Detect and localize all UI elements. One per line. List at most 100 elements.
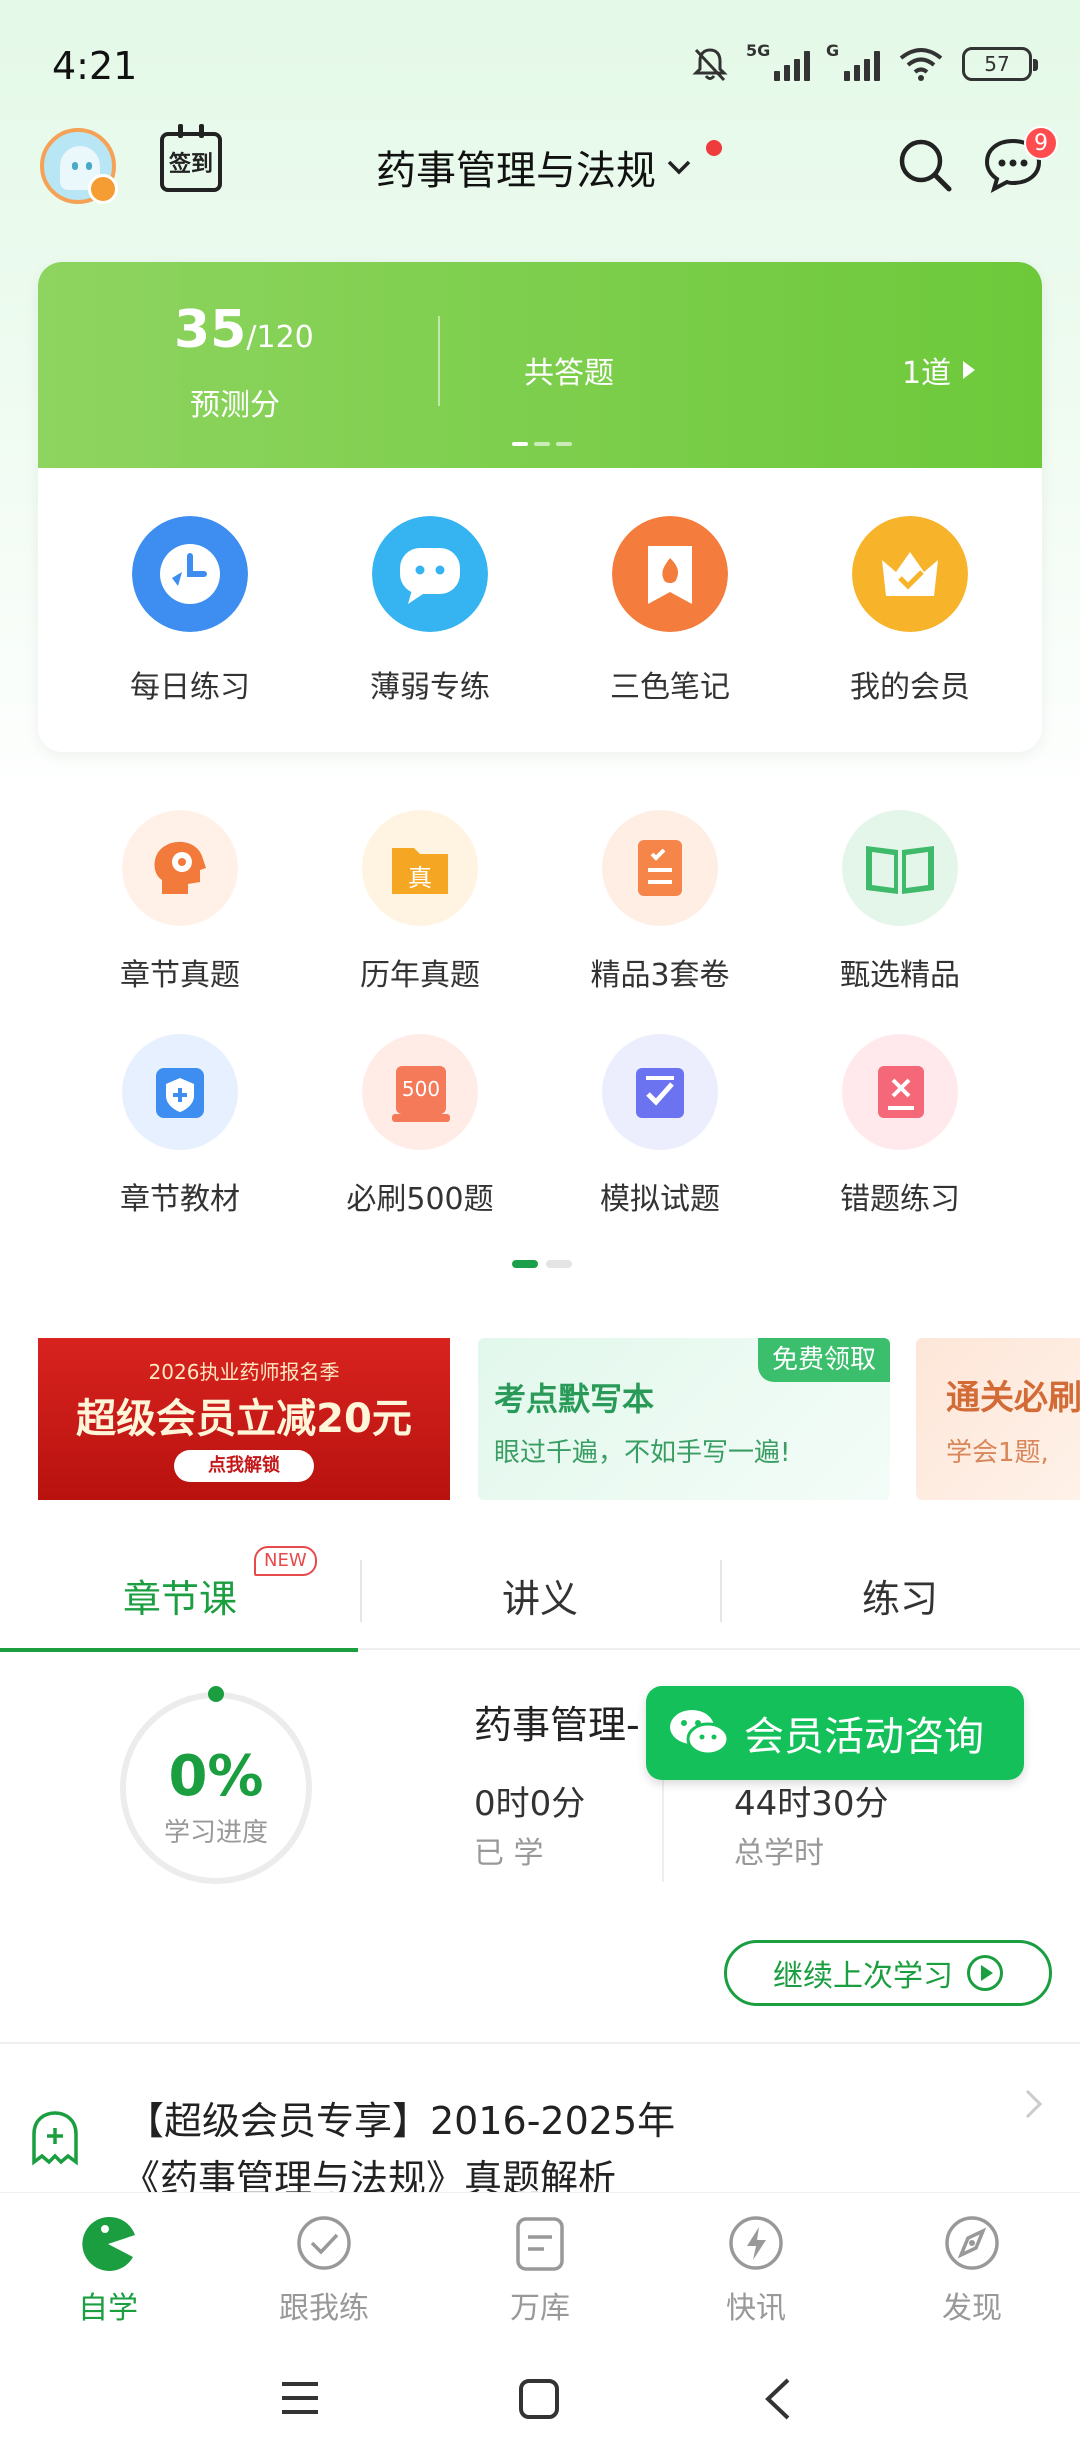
predicted-score-label: 预测分: [190, 388, 280, 423]
grid-wrong-answers[interactable]: 错题练习: [780, 1034, 1020, 1218]
bottom-nav: 自学 跟我练 万库 快讯 发现: [0, 2192, 1080, 2332]
grid-selected-premium[interactable]: 甄选精品: [780, 810, 1020, 994]
grid-pager: [512, 1260, 572, 1268]
svg-text:500: 500: [402, 1077, 440, 1101]
total-label: 总学时: [734, 1836, 824, 1871]
banner-notebook[interactable]: 免费领取 考点默写本 眼过千遍，不如手写一遍!: [478, 1338, 890, 1500]
checkin-button[interactable]: 签到: [160, 124, 222, 192]
grid-three-papers[interactable]: 精品3套卷: [540, 810, 780, 994]
status-bar: 4:21 5G G 57: [0, 0, 1080, 130]
progress-ring-dot: [208, 1686, 224, 1702]
predicted-score: 35/120: [174, 300, 314, 360]
app-header: 签到 药事管理与法规 9: [0, 120, 1080, 210]
vip-crown-icon: [88, 174, 118, 204]
battery-icon: 57: [962, 47, 1038, 81]
checkin-label: 签到: [168, 152, 213, 177]
promo-banners: 2026执业药师报名季 超级会员立减20元 点我解锁 免费领取 考点默写本 眼过…: [38, 1338, 1080, 1500]
crown-icon: [852, 516, 968, 632]
total-time: 44时30分: [734, 1784, 889, 1824]
avatar[interactable]: [40, 128, 118, 204]
compass-icon: [945, 2216, 999, 2270]
tab-practice[interactable]: 练习: [720, 1540, 1080, 1650]
answered-count[interactable]: 1道: [902, 348, 976, 392]
quick-my-membership[interactable]: 我的会员: [790, 516, 1030, 706]
nav-question-bank[interactable]: 万库: [432, 2193, 648, 2332]
arrow-right-icon: [963, 361, 976, 379]
quick-weak-practice[interactable]: 薄弱专练: [310, 516, 550, 706]
search-icon[interactable]: [896, 136, 954, 194]
folder-icon: 真: [362, 810, 478, 926]
check-circle-icon: [297, 2216, 351, 2270]
grid-chapter-textbook[interactable]: 章节教材: [60, 1034, 300, 1218]
wechat-icon: [670, 1710, 730, 1756]
svg-text:真: 真: [408, 864, 432, 892]
status-icons: 5G G 57: [690, 41, 1038, 84]
clock-icon: [132, 516, 248, 632]
banner-super-member[interactable]: 2026执业药师报名季 超级会员立减20元 点我解锁: [38, 1338, 450, 1500]
score-band[interactable]: 35/120 预测分 共答题 1道: [38, 262, 1042, 468]
wifi-icon: [899, 48, 943, 81]
menu-icon[interactable]: [278, 2378, 322, 2418]
lightning-icon: [729, 2216, 783, 2270]
home-icon[interactable]: [518, 2378, 560, 2420]
course-title[interactable]: 药事管理-: [474, 1694, 640, 1749]
free-tag: 免费领取: [757, 1338, 890, 1382]
promo-item[interactable]: 【超级会员专享】2016-2025年 《药事管理与法规》真题解析: [0, 2060, 1080, 2201]
back-icon[interactable]: [760, 2376, 794, 2422]
new-badge: NEW: [254, 1546, 317, 1576]
unlock-button[interactable]: 点我解锁: [174, 1450, 314, 1482]
studied-label: 已 学: [474, 1836, 544, 1871]
nav-news[interactable]: 快讯: [648, 2193, 864, 2332]
course-progress: 0% 学习进度 药事管理- 0时0分 已 学 44时30分 总学时 会员活动咨询…: [0, 1652, 1080, 2042]
open-book-icon: [842, 810, 958, 926]
studied-time: 0时0分: [474, 1784, 586, 1824]
tab-chapter-course[interactable]: 章节课 NEW: [0, 1540, 360, 1652]
divider: [0, 2042, 1080, 2044]
progress-label: 学习进度: [163, 1818, 268, 1848]
banner-pass-guide[interactable]: 通关必刷 学会1题,: [916, 1338, 1080, 1500]
grid-chapter-questions[interactable]: 章节真题: [60, 810, 300, 994]
bookmark-flame-icon: [612, 516, 728, 632]
signal-g-icon: G: [826, 41, 880, 81]
quick-daily-practice[interactable]: 每日练习: [70, 516, 310, 706]
head-gear-icon: [122, 810, 238, 926]
stat-divider: [662, 1772, 664, 1882]
status-time: 4:21: [52, 44, 138, 88]
content-tabs: 章节课 NEW 讲义 练习: [0, 1540, 1080, 1652]
quick-actions: 每日练习 薄弱专练 三色笔记 我的会员: [38, 516, 1042, 706]
feature-grid: 章节真题 真 历年真题 精品3套卷 甄选精品 章节教材 500 必刷500题 模…: [0, 810, 1080, 1258]
score-card: 35/120 预测分 共答题 1道 每日练习 薄弱专练 三色笔记 我的会员: [38, 262, 1042, 752]
play-icon: [967, 1955, 1003, 1991]
nav-self-study[interactable]: 自学: [0, 2193, 216, 2332]
ghost-plus-icon: [32, 2111, 78, 2166]
nav-practice-with-me[interactable]: 跟我练: [216, 2193, 432, 2332]
band-divider: [438, 316, 440, 406]
card-500-icon: 500: [362, 1034, 478, 1150]
nav-discover[interactable]: 发现: [864, 2193, 1080, 2332]
pacman-icon: [82, 2216, 135, 2271]
shield-plus-icon: [122, 1034, 238, 1150]
answered-label: 共答题: [524, 356, 614, 391]
page-title: 药事管理与法规: [376, 148, 656, 194]
continue-learning-button[interactable]: 继续上次学习: [724, 1940, 1052, 2006]
grid-must-do-500[interactable]: 500 必刷500题: [300, 1034, 540, 1218]
message-badge: 9: [1024, 126, 1058, 160]
system-nav-bar: [0, 2332, 1080, 2460]
tab-handouts[interactable]: 讲义: [360, 1540, 720, 1650]
document-icon: [516, 2217, 564, 2271]
grid-mock-exam[interactable]: 模拟试题: [540, 1034, 780, 1218]
grid-past-exams[interactable]: 真 历年真题: [300, 810, 540, 994]
promo-line-1: 【超级会员专享】2016-2025年: [126, 2099, 676, 2143]
chevron-down-icon: [667, 160, 691, 175]
subject-selector[interactable]: 药事管理与法规: [376, 138, 722, 196]
progress-percent: 0%: [168, 1744, 264, 1809]
checklist-icon: [602, 810, 718, 926]
member-consult-button[interactable]: 会员活动咨询: [646, 1686, 1024, 1780]
band-pager: [512, 442, 572, 446]
mute-bell-icon: [692, 48, 728, 82]
quick-color-notes[interactable]: 三色笔记: [550, 516, 790, 706]
chat-bubble-icon: [372, 516, 488, 632]
signal-5g-icon: 5G: [746, 41, 810, 81]
check-scroll-icon: [602, 1034, 718, 1150]
notification-dot: [706, 140, 722, 156]
